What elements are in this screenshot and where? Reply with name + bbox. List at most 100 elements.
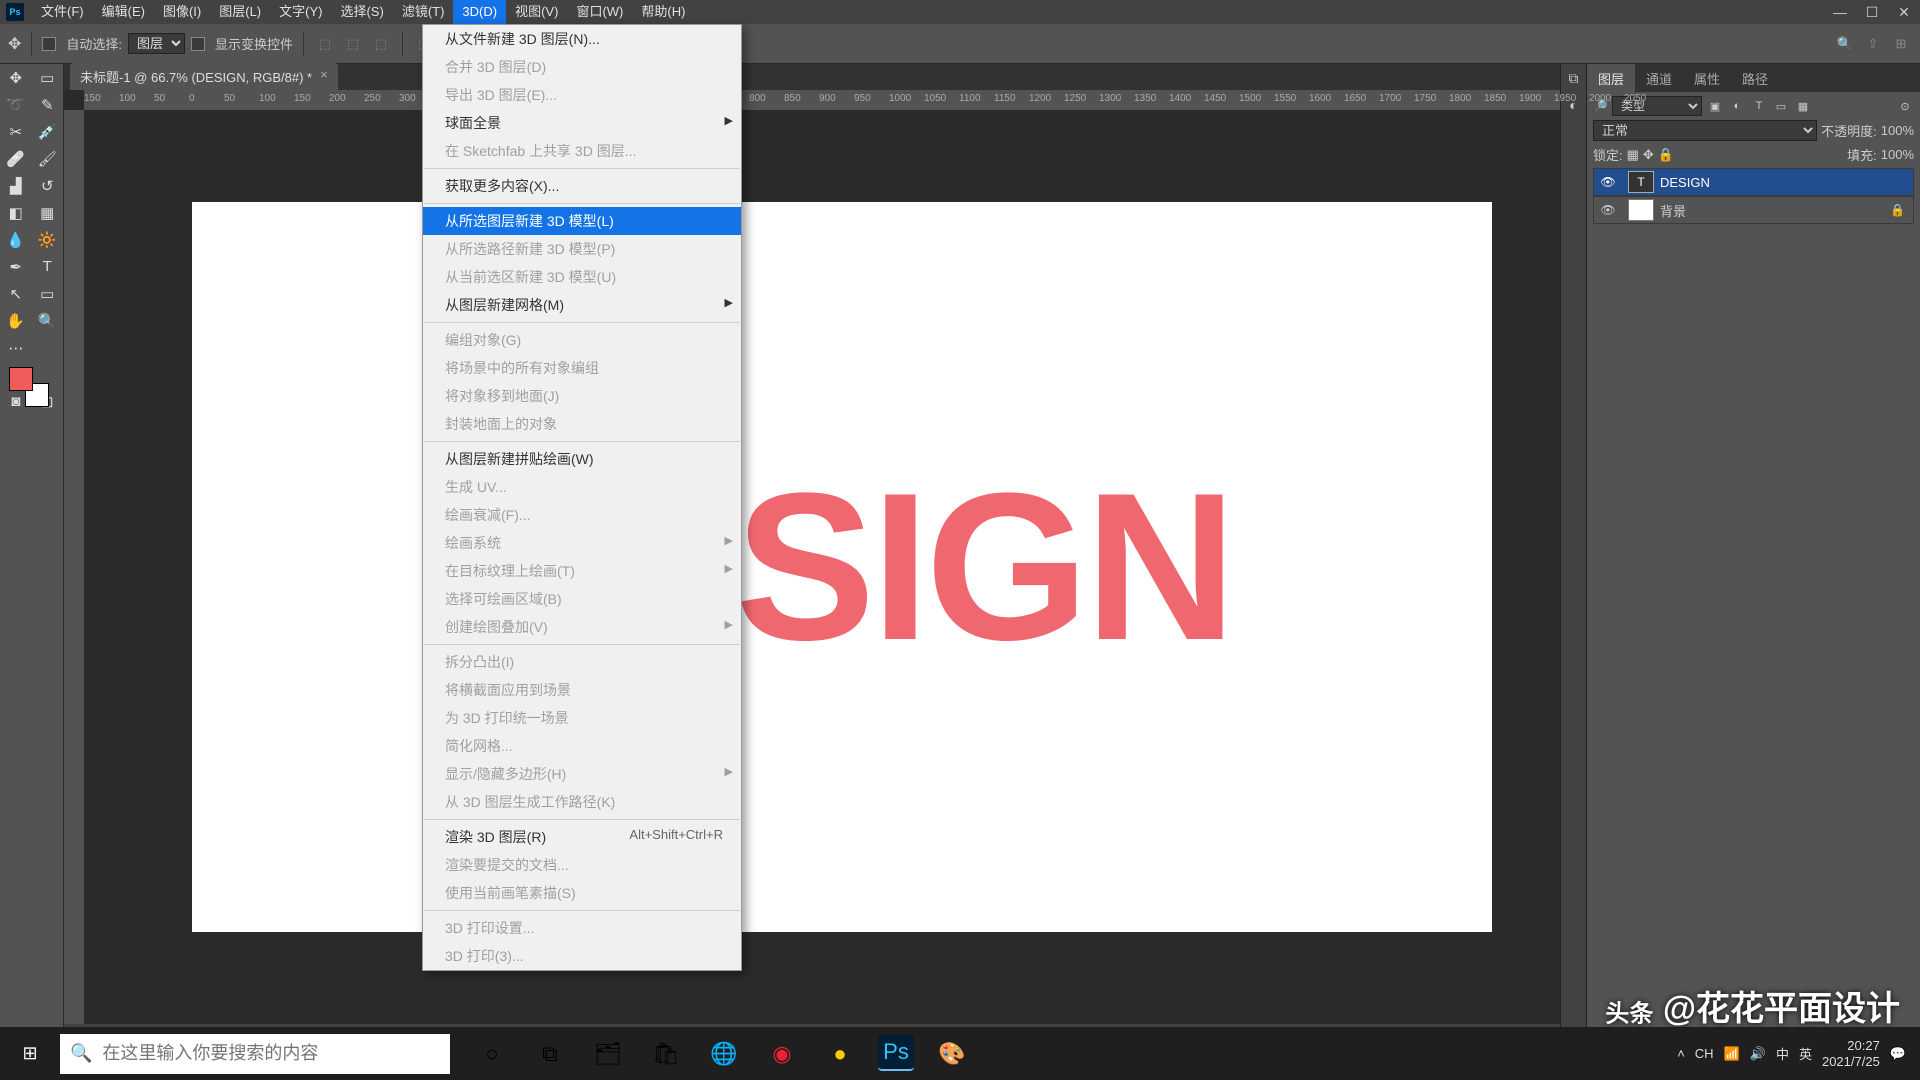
minimize-button[interactable]: — xyxy=(1824,4,1856,20)
search-input[interactable] xyxy=(102,1043,440,1064)
opacity-value[interactable]: 100% xyxy=(1881,123,1914,138)
notification-icon[interactable]: 💬 xyxy=(1890,1046,1906,1062)
task-view-icon[interactable]: ⧉ xyxy=(522,1027,578,1080)
network-icon[interactable]: 📶 xyxy=(1724,1046,1740,1062)
fill-value[interactable]: 100% xyxy=(1881,147,1914,162)
edit-toolbar[interactable]: ⋯ xyxy=(0,334,32,361)
start-button[interactable]: ⊞ xyxy=(0,1043,60,1064)
align-left-icon[interactable]: ⬚ xyxy=(314,33,336,55)
app-icon[interactable]: ● xyxy=(812,1027,868,1080)
eyedropper-tool[interactable]: 💉 xyxy=(32,118,64,145)
path-tool[interactable]: ↖ xyxy=(0,280,32,307)
menu-item[interactable]: 渲染 3D 图层(R)Alt+Shift+Ctrl+R xyxy=(423,823,741,851)
quick-select-tool[interactable]: ✎ xyxy=(32,91,64,118)
lock-position-icon[interactable]: ✥ xyxy=(1643,147,1654,163)
photoshop-taskbar-icon[interactable]: Ps xyxy=(878,1035,914,1071)
menu-选择[interactable]: 选择(S) xyxy=(331,0,392,24)
history-panel-icon[interactable]: ⧉ xyxy=(1569,70,1579,87)
close-button[interactable]: ✕ xyxy=(1888,4,1920,21)
menu-图像[interactable]: 图像(I) xyxy=(154,0,210,24)
menu-文字[interactable]: 文字(Y) xyxy=(270,0,331,24)
visibility-toggle[interactable]: 👁 xyxy=(1594,175,1622,189)
menu-帮助[interactable]: 帮助(H) xyxy=(632,0,694,24)
taskbar-search[interactable]: 🔍 xyxy=(60,1034,450,1074)
app-icon[interactable]: 🎨 xyxy=(924,1027,980,1080)
menu-图层[interactable]: 图层(L) xyxy=(210,0,270,24)
share-icon[interactable]: ⇪ xyxy=(1862,33,1884,55)
search-icon[interactable]: 🔍 xyxy=(1834,33,1856,55)
netease-icon[interactable]: ◉ xyxy=(754,1027,810,1080)
pen-tool[interactable]: ✒ xyxy=(0,253,32,280)
blend-mode-dropdown[interactable]: 正常 xyxy=(1593,120,1817,141)
crop-tool[interactable]: ✂ xyxy=(0,118,32,145)
lock-all-icon[interactable]: 🔒 xyxy=(1658,147,1674,163)
tab-properties[interactable]: 属性 xyxy=(1683,64,1731,92)
layer-row[interactable]: 👁TDESIGN xyxy=(1593,168,1914,196)
document-tab[interactable]: 未标题-1 @ 66.7% (DESIGN, RGB/8#) * × xyxy=(70,63,338,90)
menu-文件[interactable]: 文件(F) xyxy=(32,0,93,24)
align-right-icon[interactable]: ⬚ xyxy=(370,33,392,55)
tab-close-icon[interactable]: × xyxy=(320,67,328,86)
browser-icon[interactable]: 🌐 xyxy=(696,1027,752,1080)
align-center-icon[interactable]: ⬚ xyxy=(342,33,364,55)
filter-adjust-icon[interactable]: ◐ xyxy=(1728,97,1746,115)
menu-item[interactable]: 从图层新建网格(M)▶ xyxy=(423,291,741,319)
filter-toggle[interactable]: ⊙ xyxy=(1896,97,1914,115)
move-tool[interactable]: ✥ xyxy=(0,64,32,91)
layer-row[interactable]: 👁背景🔒 xyxy=(1593,196,1914,224)
menu-3D[interactable]: 3D(D) xyxy=(453,0,506,24)
blur-tool[interactable]: 💧 xyxy=(0,226,32,253)
color-swatches[interactable] xyxy=(0,361,63,409)
type-tool[interactable]: T xyxy=(32,253,64,280)
volume-icon[interactable]: 🔊 xyxy=(1750,1046,1766,1062)
zoom-tool[interactable]: 🔍 xyxy=(32,307,64,334)
ime-indicator[interactable]: CH xyxy=(1695,1046,1714,1061)
ruler-vertical xyxy=(64,110,84,1024)
gradient-tool[interactable]: ▦ xyxy=(32,199,64,226)
file-explorer-icon[interactable]: 🗂 xyxy=(580,1027,636,1080)
history-brush-tool[interactable]: ↺ xyxy=(32,172,64,199)
marquee-tool[interactable]: ▭ xyxy=(32,64,64,91)
tray-up-icon[interactable]: ˄ xyxy=(1677,1046,1685,1061)
cortana-icon[interactable]: ○ xyxy=(464,1027,520,1080)
lasso-tool[interactable]: ➰ xyxy=(0,91,32,118)
filter-pixel-icon[interactable]: ▣ xyxy=(1706,97,1724,115)
auto-select-dropdown[interactable]: 图层 xyxy=(128,33,185,54)
auto-select-checkbox[interactable] xyxy=(42,37,56,51)
tab-layers[interactable]: 图层 xyxy=(1587,64,1635,92)
tab-paths[interactable]: 路径 xyxy=(1731,64,1779,92)
brush-tool[interactable]: 🖌 xyxy=(32,145,64,172)
ime-indicator[interactable]: 英 xyxy=(1799,1044,1812,1063)
ime-indicator[interactable]: 中 xyxy=(1776,1044,1789,1063)
maximize-button[interactable]: ☐ xyxy=(1856,4,1888,21)
hand-tool[interactable]: ✋ xyxy=(0,307,32,334)
filter-type-icon[interactable]: T xyxy=(1750,97,1768,115)
system-tray[interactable]: ˄ CH 📶 🔊 中 英 20:27 2021/7/25 💬 xyxy=(1677,1038,1920,1069)
menu-item[interactable]: 获取更多内容(X)... xyxy=(423,172,741,200)
menu-编辑[interactable]: 编辑(E) xyxy=(93,0,154,24)
filter-smart-icon[interactable]: ▦ xyxy=(1794,97,1812,115)
menu-item[interactable]: 从文件新建 3D 图层(N)... xyxy=(423,25,741,53)
store-icon[interactable]: 🛍 xyxy=(638,1027,694,1080)
canvas-viewport[interactable]: DESIGN xyxy=(84,110,1560,1024)
menu-滤镜[interactable]: 滤镜(T) xyxy=(393,0,454,24)
menu-item[interactable]: 从所选图层新建 3D 模型(L) xyxy=(423,207,741,235)
menu-item[interactable]: 从图层新建拼贴绘画(W) xyxy=(423,445,741,473)
dodge-tool[interactable]: 🔆 xyxy=(32,226,64,253)
healing-tool[interactable]: 🩹 xyxy=(0,145,32,172)
canvas[interactable]: DESIGN xyxy=(192,202,1492,932)
menu-窗口[interactable]: 窗口(W) xyxy=(567,0,632,24)
arrange-icon[interactable]: ⊞ xyxy=(1890,33,1912,55)
visibility-toggle[interactable]: 👁 xyxy=(1594,203,1622,217)
lock-pixels-icon[interactable]: ▦ xyxy=(1627,147,1639,163)
tab-channels[interactable]: 通道 xyxy=(1635,64,1683,92)
clock[interactable]: 20:27 2021/7/25 xyxy=(1822,1038,1880,1069)
stamp-tool[interactable]: ▟ xyxy=(0,172,32,199)
filter-shape-icon[interactable]: ▭ xyxy=(1772,97,1790,115)
show-transform-checkbox[interactable] xyxy=(191,37,205,51)
shape-tool[interactable]: ▭ xyxy=(32,280,64,307)
foreground-color[interactable] xyxy=(9,367,33,391)
menu-视图[interactable]: 视图(V) xyxy=(506,0,567,24)
menu-item[interactable]: 球面全景▶ xyxy=(423,109,741,137)
eraser-tool[interactable]: ◧ xyxy=(0,199,32,226)
